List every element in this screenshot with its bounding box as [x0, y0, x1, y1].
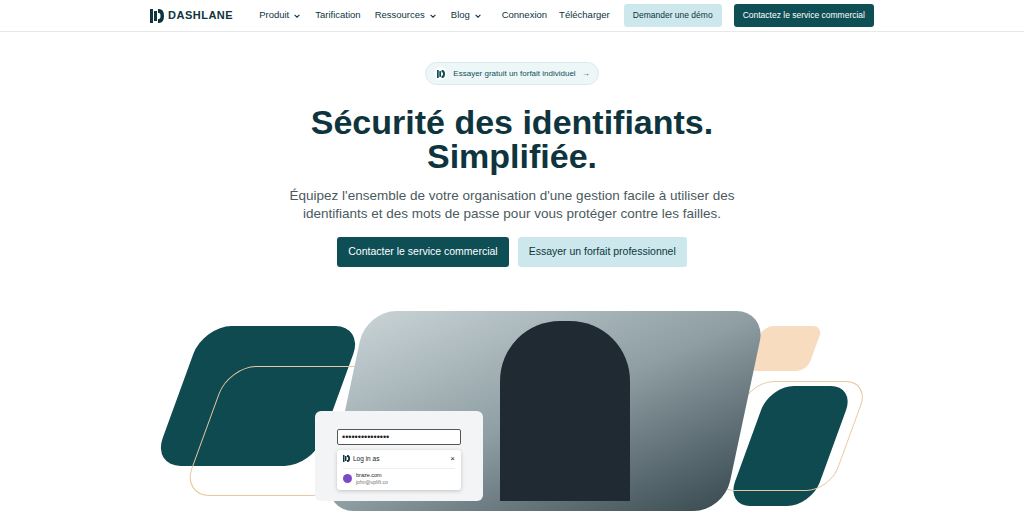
contact-sales-button[interactable]: Contactez le service commercial	[734, 4, 874, 27]
chevron-down-icon	[293, 12, 301, 20]
nav-link[interactable]: Télécharger	[559, 8, 610, 22]
logo[interactable]: DASHLANE	[150, 7, 233, 24]
autofill-popup: Log in as×braze.comjohn@uplift.co	[337, 450, 461, 490]
hero-heading: Sécurité des identifiants.Simplifiée.	[311, 105, 713, 173]
chevron-down-icon	[429, 12, 437, 20]
hero: Essayer gratuit un forfait individuel→ Sé…	[0, 32, 1024, 513]
dashlane-logo-icon	[437, 70, 445, 78]
chevron-down-icon	[474, 12, 482, 20]
top-nav: DASHLANE Produit Tarification Ressources Blo…	[0, 0, 1024, 32]
demo-button[interactable]: Demander une démo	[624, 4, 722, 27]
account-avatar-icon	[343, 474, 352, 483]
page: DASHLANE Produit Tarification Ressources Blo…	[0, 0, 1024, 513]
trial-pill[interactable]: Essayer gratuit un forfait individuel→	[425, 62, 598, 85]
nav-item[interactable]: Tarification	[315, 8, 360, 22]
nav-item[interactable]: Produit	[259, 8, 301, 22]
main-menu: Produit Tarification Ressources Blog	[259, 8, 482, 22]
password-field[interactable]: •••••••••••••••	[337, 429, 461, 445]
nav-link[interactable]: Connexion	[502, 8, 547, 22]
hero-visual: •••••••••••••••Log in as×braze.comjohn@u…	[0, 311, 1024, 513]
try-business-button[interactable]: Essayer un forfait professionnel	[518, 237, 687, 267]
contact-sales-hero-button[interactable]: Contacter le service commercial	[337, 237, 508, 267]
person-silhouette	[500, 321, 630, 501]
close-button[interactable]: ×	[450, 455, 455, 463]
nav-item[interactable]: Ressources	[375, 8, 437, 22]
dashlane-logo-icon	[150, 9, 164, 23]
account-row[interactable]: braze.comjohn@uplift.co	[343, 468, 455, 486]
login-mockup: •••••••••••••••Log in as×braze.comjohn@u…	[315, 411, 483, 501]
nav-item[interactable]: Blog	[451, 8, 482, 22]
hero-subtitle: Équipez l'ensemble de votre organisation…	[290, 187, 735, 223]
dashlane-logo-icon	[343, 455, 350, 462]
